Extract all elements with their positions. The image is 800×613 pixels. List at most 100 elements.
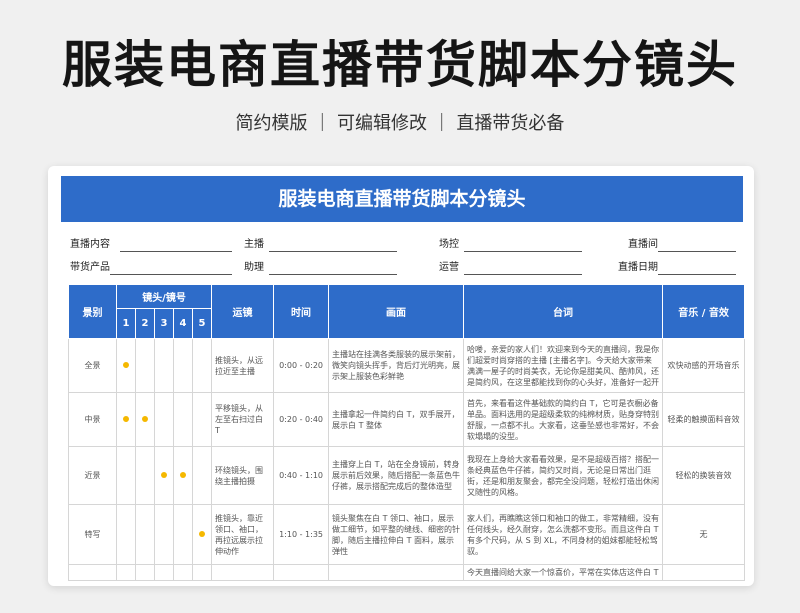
cell-lines[interactable]: 首先，来看看这件基础款的简约白 T，它可是衣橱必备单品。面料选用的是超级柔软的纯…: [463, 392, 664, 447]
header-category: 景别: [68, 284, 117, 339]
cell-shot-3[interactable]: [154, 446, 174, 505]
cell-category[interactable]: 中景: [68, 392, 117, 447]
cell-frame[interactable]: [328, 564, 465, 581]
info-label: 直播间: [628, 239, 658, 250]
info-label: 场控: [439, 239, 459, 250]
table-row: 全景 推镜头，从远拉近至主播 0:00 - 0:20 主播站在挂满各类服装的展示架前，…: [68, 338, 746, 393]
header-frame: 画面: [328, 284, 465, 339]
header-shot-number: 5: [191, 308, 213, 339]
cell-shot-1[interactable]: [116, 392, 136, 447]
cell-movement[interactable]: 平移镜头，从左至右扫过白 T: [211, 392, 275, 447]
cell-lines-text: 我现在上身给大家看看效果，是不是超级百搭？搭配一条经典蓝色牛仔裤，简约又时尚，无…: [467, 454, 660, 497]
cell-shot-3[interactable]: [154, 392, 174, 447]
cell-shot-2[interactable]: [135, 338, 155, 393]
cell-category[interactable]: [68, 564, 117, 581]
sheet-card: 服装电商直播带货脚本分镜头 直播内容 主播 场控 直播间 带货产品 助理 运营 …: [48, 166, 754, 586]
cell-music[interactable]: 无: [662, 504, 746, 565]
shot-marker-dot-icon: [161, 472, 167, 478]
info-label: 助理: [244, 262, 264, 273]
header-shot-number: 1: [116, 308, 136, 339]
page-subtitle: 简约模版 ｜ 可编辑修改 ｜ 直播带货必备: [235, 113, 565, 134]
cell-movement-text: 推镜头，从远拉近至主播: [215, 355, 264, 376]
header-shot-group: 镜头/镜号: [115, 284, 213, 309]
table-row: 近景 环绕镜头，围绕主播拍摄 0:40 - 1:10 主播穿上白 T，站在全身镜前，转…: [68, 446, 746, 505]
cell-frame-text: 主播穿上白 T，站在全身镜前，转身展示前后效果，随后搭配一条蓝色牛仔裤，展示搭配…: [332, 460, 461, 491]
cell-shot-1[interactable]: [116, 446, 136, 505]
shot-marker-dot-icon: [180, 472, 186, 478]
cell-shot-5[interactable]: [191, 446, 213, 505]
cell-frame[interactable]: 主播站在挂满各类服装的展示架前，微笑向镜头挥手，背后灯光明亮，展示架上服装色彩鲜…: [328, 338, 465, 393]
table-row: 特写 推镜头，靠近领口、袖口，再拉远展示拉伸动作 1:10 - 1:35 镜头聚焦在白…: [68, 504, 746, 565]
cell-movement-text: 平移镜头，从左至右扫过白 T: [215, 404, 264, 435]
cell-shot-3[interactable]: [154, 504, 174, 565]
info-label: 直播日期: [618, 262, 658, 273]
storyboard-table: 景别 镜头/镜号 运镜 时间 画面 台词 音乐 / 音效 1 2 3 4 5 全…: [68, 284, 746, 581]
shot-marker-dot-icon: [123, 416, 129, 422]
cell-time[interactable]: [273, 564, 330, 581]
header-music: 音乐 / 音效: [662, 284, 746, 339]
cell-lines-text: 首先，来看看这件基础款的简约白 T，它可是衣橱必备单品。面料选用的是超级柔软的纯…: [467, 398, 660, 441]
cell-lines-text: 家人们，再瞧瞧这领口和袖口的做工，非常精细，没有任何线头，经久耐穿，怎么洗都不变…: [467, 513, 660, 556]
info-label: 带货产品: [70, 262, 110, 273]
cell-shot-4[interactable]: [173, 338, 193, 393]
cell-music[interactable]: 欢快动感的开场音乐: [662, 338, 746, 393]
shot-marker-dot-icon: [123, 362, 129, 368]
cell-movement[interactable]: [211, 564, 275, 581]
cell-movement-text: 推镜头，靠近领口、袖口，再拉远展示拉伸动作: [215, 513, 264, 556]
cell-shot-5[interactable]: [191, 338, 213, 393]
cell-category[interactable]: 全景: [68, 338, 117, 393]
info-label: 运营: [439, 262, 459, 273]
cell-shot-2[interactable]: [135, 564, 155, 581]
cell-shot-5[interactable]: [191, 504, 213, 565]
cell-frame[interactable]: 主播拿起一件简约白 T，双手展开，展示白 T 整体: [328, 392, 465, 447]
cell-shot-2[interactable]: [135, 392, 155, 447]
cell-frame-text: 主播拿起一件简约白 T，双手展开，展示白 T 整体: [332, 409, 460, 430]
cell-shot-3[interactable]: [154, 564, 174, 581]
cell-category[interactable]: 近景: [68, 446, 117, 505]
cell-shot-4[interactable]: [173, 446, 193, 505]
cell-shot-4[interactable]: [173, 392, 193, 447]
info-label: 主播: [244, 239, 264, 250]
cell-lines-text: 今天直播间给大家一个惊喜价，平常在实体店这件白 T: [467, 568, 659, 577]
cell-frame-text: 主播站在挂满各类服装的展示架前，微笑向镜头挥手，背后灯光明亮，展示架上服装色彩鲜…: [332, 350, 461, 381]
cell-time[interactable]: 0:40 - 1:10: [273, 446, 330, 505]
cell-movement[interactable]: 推镜头，从远拉近至主播: [211, 338, 275, 393]
header-lines: 台词: [463, 284, 664, 339]
cell-lines[interactable]: 我现在上身给大家看看效果，是不是超级百搭？搭配一条经典蓝色牛仔裤，简约又时尚，无…: [463, 446, 664, 505]
sheet-title: 服装电商直播带货脚本分镜头: [61, 176, 743, 222]
cell-frame[interactable]: 主播穿上白 T，站在全身镜前，转身展示前后效果，随后搭配一条蓝色牛仔裤，展示搭配…: [328, 446, 465, 505]
cell-shot-4[interactable]: [173, 504, 193, 565]
header-movement: 运镜: [211, 284, 275, 339]
cell-category[interactable]: 特写: [68, 504, 117, 565]
cell-shot-2[interactable]: [135, 446, 155, 505]
header-time: 时间: [273, 284, 330, 339]
cell-shot-1[interactable]: [116, 504, 136, 565]
cell-time[interactable]: 1:10 - 1:35: [273, 504, 330, 565]
page-title: 服装电商直播带货脚本分镜头: [62, 36, 738, 94]
header-shot-number: 2: [135, 308, 155, 339]
cell-lines[interactable]: 哈喽，亲爱的家人们！欢迎来到今天的直播间，我是你们超爱时尚穿搭的主播 [主播名字…: [463, 338, 664, 393]
cell-movement[interactable]: 环绕镜头，围绕主播拍摄: [211, 446, 275, 505]
cell-lines[interactable]: 家人们，再瞧瞧这领口和袖口的做工，非常精细，没有任何线头，经久耐穿，怎么洗都不变…: [463, 504, 664, 565]
cell-lines[interactable]: 今天直播间给大家一个惊喜价，平常在实体店这件白 T: [463, 564, 664, 581]
cell-music[interactable]: 轻柔的触摸面料音效: [662, 392, 746, 447]
table-row: 中景 平移镜头，从左至右扫过白 T 0:20 - 0:40 主播拿起一件简约白 T，双…: [68, 392, 746, 447]
cell-shot-3[interactable]: [154, 338, 174, 393]
cell-time[interactable]: 0:20 - 0:40: [273, 392, 330, 447]
header-shot-number: 3: [154, 308, 174, 339]
cell-lines-text: 哈喽，亲爱的家人们！欢迎来到今天的直播间，我是你们超爱时尚穿搭的主播 [主播名字…: [467, 344, 660, 387]
cell-shot-1[interactable]: [116, 564, 136, 581]
cell-shot-1[interactable]: [116, 338, 136, 393]
cell-music[interactable]: 轻松的换装音效: [662, 446, 746, 505]
cell-shot-2[interactable]: [135, 504, 155, 565]
cell-shot-5[interactable]: [191, 392, 213, 447]
cell-time[interactable]: 0:00 - 0:20: [273, 338, 330, 393]
shot-marker-dot-icon: [142, 416, 148, 422]
cell-shot-4[interactable]: [173, 564, 193, 581]
cell-frame[interactable]: 镜头聚焦在白 T 领口、袖口，展示做工细节，如平整的缝线、细密的针脚，随后主播拉…: [328, 504, 465, 565]
cell-frame-text: 镜头聚焦在白 T 领口、袖口，展示做工细节，如平整的缝线、细密的针脚，随后主播拉…: [332, 513, 461, 556]
shot-marker-dot-icon: [199, 531, 206, 537]
cell-music[interactable]: [662, 564, 746, 581]
cell-movement[interactable]: 推镜头，靠近领口、袖口，再拉远展示拉伸动作: [211, 504, 275, 565]
cell-shot-5[interactable]: [191, 564, 213, 581]
